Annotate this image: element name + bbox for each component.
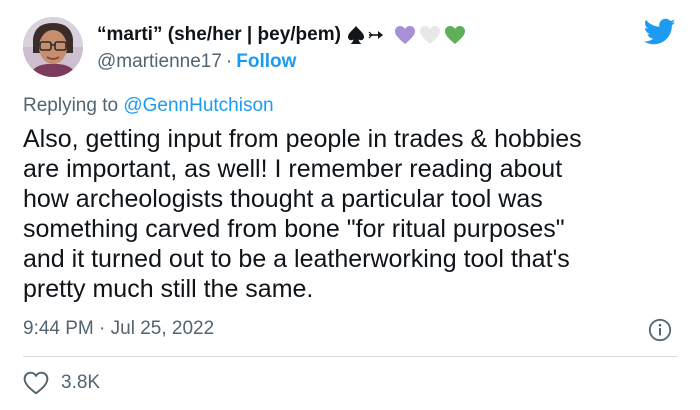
handle-row: @martienne17 · Follow (97, 51, 296, 73)
timestamp-row: 9:44 PM · Jul 25, 2022 (23, 318, 214, 340)
tweet-time[interactable]: 9:44 PM (23, 318, 94, 339)
tweet-card: “marti” (she/her | þey/þem) @martienne17… (0, 0, 700, 410)
display-name[interactable]: “marti” (she/her | þey/þem) (97, 24, 341, 46)
timestamp-separator: · (99, 318, 106, 339)
tweet-line: something carved from bone "for ritual p… (23, 215, 565, 243)
tweet-line: how archeologists thought a particular t… (23, 185, 543, 213)
author-name-row: “marti” (she/her | þey/þem) (97, 20, 466, 50)
like-button[interactable]: 3.8K (23, 370, 100, 396)
tweet-line: are important, as well! I remember readi… (23, 155, 563, 183)
green-heart-icon (444, 25, 466, 45)
twitter-bird-icon[interactable] (644, 18, 676, 46)
tweet-line: Also, getting input from people in trade… (23, 125, 582, 153)
white-heart-icon (419, 25, 441, 45)
tweet-body: Also, getting input from people in trade… (23, 124, 683, 304)
avatar-image (23, 17, 83, 77)
tweet-date[interactable]: Jul 25, 2022 (111, 318, 215, 339)
replying-to-line: Replying to @GennHutchison (23, 95, 274, 117)
follow-button[interactable]: Follow (236, 51, 296, 72)
like-count: 3.8K (61, 372, 101, 393)
info-icon[interactable] (648, 318, 672, 342)
purple-heart-icon (394, 25, 416, 45)
user-handle[interactable]: @martienne17 (97, 51, 222, 72)
reply-target-link[interactable]: @GennHutchison (123, 95, 273, 116)
spade-icon (347, 25, 365, 45)
heart-outline-icon (23, 371, 49, 395)
tweet-line: pretty much still the same. (23, 275, 314, 303)
reply-prefix: Replying to (23, 95, 124, 116)
handle-separator: · (225, 51, 233, 72)
tweet-line: and it turned out to be a leatherworking… (23, 245, 570, 273)
avatar[interactable] (23, 17, 83, 77)
arrow-icon (368, 30, 384, 40)
divider (23, 356, 677, 357)
